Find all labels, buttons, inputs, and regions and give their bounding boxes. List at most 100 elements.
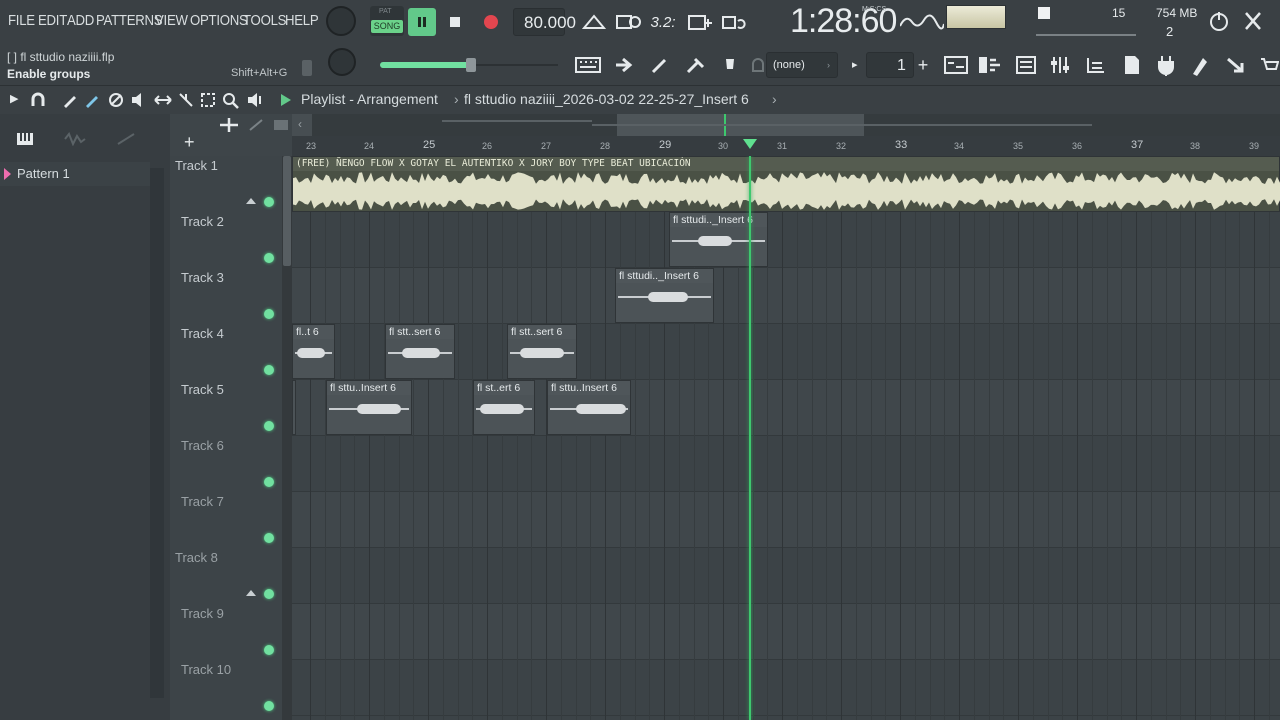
cart-button[interactable] bbox=[1258, 52, 1280, 78]
master-volume-handle[interactable] bbox=[466, 58, 476, 72]
audio-clip[interactable]: fl st..ert 6 bbox=[473, 380, 535, 435]
menu-view[interactable]: VIEW bbox=[155, 12, 188, 29]
audio-clip[interactable] bbox=[292, 380, 296, 435]
track-mute-led[interactable] bbox=[264, 589, 274, 599]
overview-left-arrow[interactable]: ‹ bbox=[292, 114, 312, 136]
audio-clip[interactable]: fl sttudi.._Insert 6 bbox=[669, 212, 768, 267]
playlist-grid[interactable]: (FREE) ÑENGO FLOW X GOTAY EL AUTENTIKO X… bbox=[292, 156, 1280, 720]
recording-filter-button[interactable] bbox=[716, 52, 744, 78]
track-mute-led[interactable] bbox=[264, 477, 274, 487]
menu-tools[interactable]: TOOLS bbox=[243, 12, 286, 29]
delete-tool-icon[interactable] bbox=[108, 92, 124, 108]
track-mute-led[interactable] bbox=[264, 309, 274, 319]
menu-help[interactable]: HELP bbox=[285, 12, 319, 29]
pencil-tool-icon[interactable] bbox=[62, 92, 78, 108]
track-mute-led[interactable] bbox=[264, 253, 274, 263]
touch-keyboard-button[interactable] bbox=[1186, 52, 1214, 78]
step-edit-button[interactable] bbox=[686, 8, 714, 36]
playlist-button[interactable] bbox=[942, 52, 970, 78]
playlist-overview[interactable]: ‹ bbox=[220, 114, 1280, 136]
record-button[interactable] bbox=[477, 8, 505, 36]
audio-clip[interactable]: (FREE) ÑENGO FLOW X GOTAY EL AUTENTIKO X… bbox=[292, 156, 1280, 212]
channel-rack-button[interactable] bbox=[1012, 52, 1040, 78]
playhead[interactable] bbox=[749, 156, 751, 720]
menu-edit[interactable]: EDIT bbox=[38, 12, 67, 29]
track-header[interactable]: Track 9 bbox=[170, 604, 282, 660]
magnet-icon[interactable] bbox=[30, 92, 46, 108]
snap-next-button[interactable] bbox=[610, 52, 638, 78]
browser-button[interactable] bbox=[1082, 52, 1110, 78]
menu-options[interactable]: OPTIONS bbox=[190, 12, 248, 29]
snap-selector[interactable]: (none) › bbox=[766, 52, 838, 78]
master-pitch-knob[interactable] bbox=[326, 6, 356, 36]
project-info-button[interactable] bbox=[1118, 52, 1146, 78]
slice-tool-icon[interactable] bbox=[178, 92, 194, 108]
track-mute-led[interactable] bbox=[264, 365, 274, 375]
track-header[interactable]: Track 7 bbox=[170, 492, 282, 548]
loop-record-button[interactable] bbox=[720, 8, 748, 36]
piano-roll-button[interactable] bbox=[976, 52, 1004, 78]
wait-input-button[interactable] bbox=[614, 8, 642, 36]
audio-clip[interactable]: fl stt..sert 6 bbox=[385, 324, 455, 379]
menu-patterns[interactable]: PATTERNS bbox=[96, 12, 163, 29]
scrollbar-thumb[interactable] bbox=[283, 156, 291, 266]
close-app-button[interactable] bbox=[1240, 8, 1266, 34]
track-header[interactable]: Track 4 bbox=[170, 324, 282, 380]
add-pattern-button[interactable]: + bbox=[914, 52, 932, 78]
track-header[interactable]: Track 8 bbox=[170, 548, 282, 604]
collapse-icon[interactable] bbox=[246, 590, 256, 596]
playlist-options-icon[interactable]: ▶ bbox=[10, 92, 18, 105]
audio-clip[interactable]: fl..t 6 bbox=[292, 324, 335, 379]
typing-keyboard-button[interactable] bbox=[574, 52, 602, 78]
mute-tool-icon[interactable] bbox=[130, 92, 148, 108]
audio-clip[interactable]: fl sttu..Insert 6 bbox=[547, 380, 631, 435]
master-volume-slider[interactable] bbox=[380, 62, 472, 68]
stop-button[interactable] bbox=[441, 8, 469, 36]
audio-clip[interactable]: fl stt..sert 6 bbox=[507, 324, 577, 379]
pattern-prev-icon[interactable]: ▸ bbox=[852, 58, 858, 71]
menu-file[interactable]: FILE bbox=[8, 12, 35, 29]
slip-tool-icon[interactable] bbox=[154, 92, 172, 108]
power-button[interactable] bbox=[1206, 8, 1232, 34]
countdown-button[interactable]: 3.2: bbox=[648, 8, 678, 36]
audio-clip[interactable]: fl sttu..Insert 6 bbox=[326, 380, 412, 435]
menu-add[interactable]: ADD bbox=[67, 12, 94, 29]
select-tool-icon[interactable] bbox=[200, 92, 216, 108]
automation-icon[interactable] bbox=[116, 132, 136, 146]
track-mute-led[interactable] bbox=[264, 533, 274, 543]
playhead-marker-icon[interactable] bbox=[743, 139, 757, 149]
track-mute-led[interactable] bbox=[264, 701, 274, 711]
playlist-vertical-scrollbar[interactable] bbox=[282, 156, 292, 720]
track-header[interactable]: Track 1 bbox=[170, 156, 282, 212]
track-header[interactable]: Track 6 bbox=[170, 436, 282, 492]
mixer-button[interactable] bbox=[1046, 52, 1074, 78]
track-header[interactable]: Track 5 bbox=[170, 380, 282, 436]
zoom-tool-icon[interactable] bbox=[222, 92, 240, 110]
piano-icon[interactable] bbox=[16, 132, 34, 146]
audio-icon[interactable] bbox=[64, 132, 86, 146]
track-header[interactable]: Track 2 bbox=[170, 212, 282, 268]
plugin-database-button[interactable] bbox=[1152, 52, 1180, 78]
master-volume-knob[interactable] bbox=[328, 48, 356, 76]
browser-scrollbar[interactable] bbox=[150, 168, 164, 698]
pause-button[interactable] bbox=[408, 8, 436, 36]
multilink-button[interactable] bbox=[682, 52, 710, 78]
list-item[interactable]: Pattern 1 bbox=[0, 162, 150, 186]
add-track-button[interactable]: + bbox=[184, 132, 195, 153]
track-mute-led[interactable] bbox=[264, 421, 274, 431]
pattern-selector[interactable]: 1 bbox=[866, 52, 914, 78]
pat-song-switch[interactable]: PAT SONG bbox=[370, 6, 404, 36]
playback-tool-icon[interactable] bbox=[246, 92, 264, 108]
track-header[interactable]: Track 3 bbox=[170, 268, 282, 324]
metronome-button[interactable] bbox=[580, 8, 608, 36]
track-mute-led[interactable] bbox=[264, 645, 274, 655]
collapse-icon[interactable] bbox=[246, 198, 256, 204]
tempo-display[interactable]: 80.000 bbox=[513, 8, 576, 36]
export-button[interactable] bbox=[1222, 52, 1250, 78]
timeline-ruler[interactable]: 23 24 25 26 27 28 29 30 31 32 33 34 35 3… bbox=[292, 136, 1280, 156]
audio-clip[interactable]: fl sttudi.._Insert 6 bbox=[615, 268, 714, 323]
blend-notes-button[interactable] bbox=[646, 52, 674, 78]
breadcrumb-arrow-icon[interactable]: › bbox=[772, 91, 777, 107]
track-mute-led[interactable] bbox=[264, 197, 274, 207]
paint-tool-icon[interactable] bbox=[84, 92, 100, 108]
